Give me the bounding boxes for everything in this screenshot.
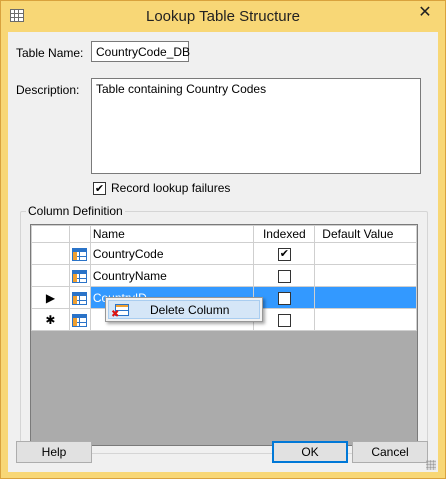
dialog-client-area: Table Name: CountryCode_DB Description: …	[8, 32, 438, 472]
indexed-cell[interactable]: ✔	[253, 242, 316, 265]
title-bar[interactable]: Lookup Table Structure ✕	[1, 1, 445, 32]
table-column-icon	[72, 269, 88, 283]
cancel-button[interactable]: Cancel	[352, 441, 428, 463]
dialog-window: Lookup Table Structure ✕ Table Name: Cou…	[0, 0, 446, 479]
default-value-column-header[interactable]: Default Value	[314, 225, 417, 243]
column-cell-icon	[68, 308, 91, 331]
indexed-cell[interactable]	[253, 286, 316, 309]
table-row[interactable]: CountryName	[31, 264, 417, 287]
delete-column-label: Delete Column	[150, 303, 230, 317]
indexed-checkbox[interactable]: ✔	[277, 247, 291, 261]
record-failures-checkbox[interactable]: ✔	[93, 182, 106, 195]
column-grid[interactable]: Name Indexed Default Value CountryCode ✔	[30, 224, 418, 446]
default-value-cell[interactable]	[314, 242, 417, 265]
icon-column-header	[68, 225, 91, 243]
indexed-column-header[interactable]: Indexed	[253, 225, 316, 243]
name-cell[interactable]: CountryName	[89, 264, 255, 287]
table-column-icon	[72, 313, 88, 327]
description-label: Description:	[16, 83, 80, 97]
delete-column-menu-item[interactable]: ✖ Delete Column	[108, 300, 260, 320]
row-header[interactable]	[31, 242, 70, 265]
default-value-cell[interactable]	[314, 286, 417, 309]
record-failures-label[interactable]: Record lookup failures	[111, 181, 230, 195]
window-title: Lookup Table Structure	[146, 8, 300, 25]
context-menu: ✖ Delete Column	[105, 297, 263, 322]
close-button[interactable]: ✕	[410, 2, 440, 22]
current-row-marker[interactable]: ▶	[31, 286, 70, 309]
help-button[interactable]: Help	[16, 441, 92, 463]
ok-button[interactable]: OK	[272, 441, 348, 463]
indexed-cell[interactable]	[253, 308, 316, 331]
table-column-icon	[72, 247, 88, 261]
row-header-corner	[31, 225, 70, 243]
column-cell-icon	[68, 286, 91, 309]
column-cell-icon	[68, 264, 91, 287]
name-column-header[interactable]: Name	[89, 225, 255, 243]
resize-grip[interactable]	[426, 460, 436, 470]
description-field[interactable]: Table containing Country Codes	[91, 78, 421, 174]
row-header[interactable]	[31, 264, 70, 287]
grid-header-row: Name Indexed Default Value	[31, 225, 417, 243]
table-row[interactable]: CountryCode ✔	[31, 242, 417, 265]
indexed-checkbox[interactable]	[277, 291, 291, 305]
indexed-cell[interactable]	[253, 264, 316, 287]
new-row-marker[interactable]: ✱	[31, 308, 70, 331]
name-cell[interactable]: CountryCode	[89, 242, 255, 265]
indexed-checkbox[interactable]	[277, 269, 291, 283]
table-column-icon	[72, 291, 88, 305]
default-value-cell[interactable]	[314, 264, 417, 287]
indexed-checkbox[interactable]	[277, 313, 291, 327]
default-value-cell[interactable]	[314, 308, 417, 331]
column-cell-icon	[68, 242, 91, 265]
column-definition-title: Column Definition	[26, 204, 125, 218]
column-definition-group: Column Definition Name Indexed Default V…	[20, 204, 428, 454]
delete-x-icon: ✖	[111, 309, 120, 320]
table-name-label: Table Name:	[16, 46, 84, 60]
table-name-field[interactable]: CountryCode_DB	[91, 41, 190, 62]
